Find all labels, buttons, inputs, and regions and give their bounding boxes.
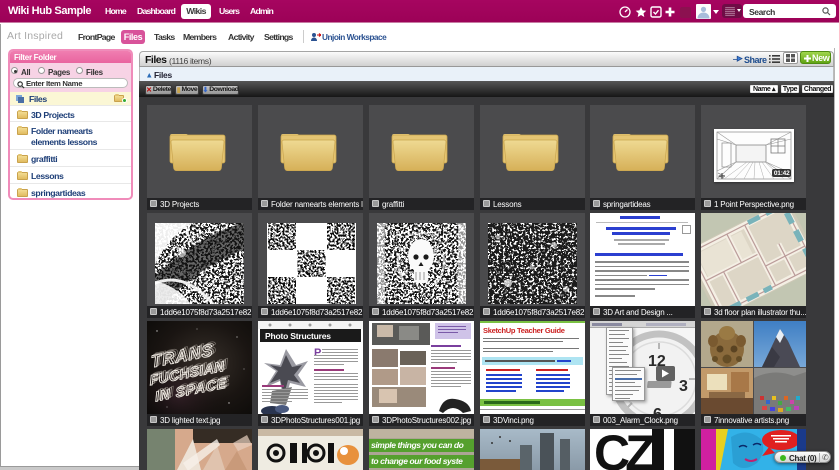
svg-text:6: 6 bbox=[653, 406, 662, 414]
svg-text:CZ: CZ bbox=[594, 429, 655, 470]
svg-text:3: 3 bbox=[679, 378, 688, 395]
